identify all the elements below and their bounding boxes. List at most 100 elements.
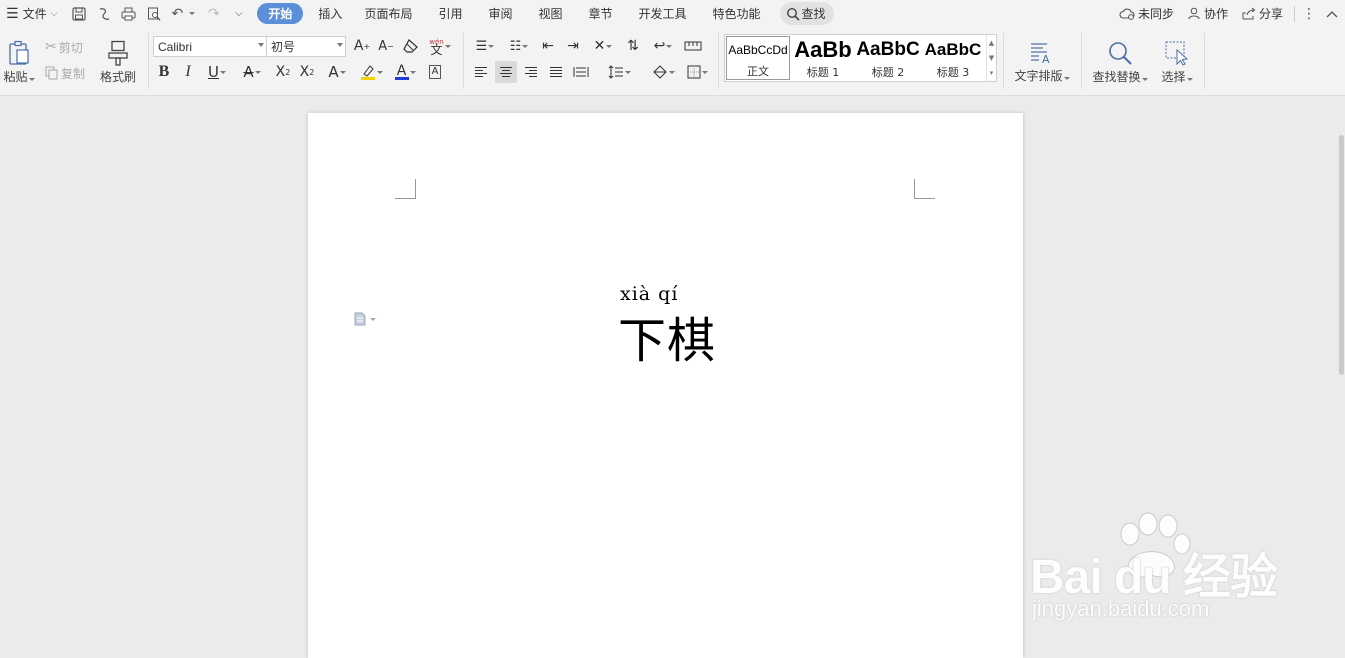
tab-references[interactable]: 引用 bbox=[425, 0, 475, 27]
collapse-ribbon-icon[interactable] bbox=[1319, 0, 1345, 27]
justify-button[interactable] bbox=[545, 61, 567, 83]
grow-font-button[interactable]: A + bbox=[351, 35, 373, 57]
bullet-list-button[interactable]: ☰ bbox=[470, 35, 500, 57]
margin-corner-marker bbox=[395, 179, 416, 199]
shrink-font-button[interactable]: A − bbox=[375, 35, 397, 57]
style-normal[interactable]: AaBbCcDd 正文 bbox=[726, 36, 790, 80]
superscript-button[interactable]: X2 bbox=[272, 61, 294, 83]
divider bbox=[1294, 5, 1295, 22]
select-label: 选择 bbox=[1161, 68, 1193, 85]
more-icon[interactable]: ⋮ bbox=[1299, 0, 1319, 27]
undo-icon[interactable]: ↶ bbox=[166, 0, 188, 27]
expand-icon[interactable]: ▾ bbox=[990, 69, 994, 77]
tab-special[interactable]: 特色功能 bbox=[700, 0, 774, 27]
styles-scroll[interactable]: ▲ ▼ ▾ bbox=[986, 35, 996, 81]
borders-button[interactable] bbox=[682, 61, 712, 83]
tab-review[interactable]: 审阅 bbox=[475, 0, 525, 27]
phonetic-guide-button[interactable]: wén 文 bbox=[425, 35, 455, 57]
shading-button[interactable] bbox=[648, 61, 678, 83]
scroll-up-icon[interactable]: ▲ bbox=[989, 39, 994, 47]
distribute-icon bbox=[573, 67, 589, 77]
strikethrough-button[interactable]: A bbox=[236, 61, 268, 83]
hamburger-icon: ☰ bbox=[6, 5, 19, 22]
styles-gallery: AaBbCcDd 正文 AaBb 标题 1 AaBbC 标题 2 AaBbC 标… bbox=[724, 34, 997, 82]
find-replace-button[interactable]: 查找替换 bbox=[1088, 34, 1152, 90]
cut-button[interactable]: ✂ 剪切 bbox=[45, 37, 83, 57]
document-page[interactable]: xià qí 下棋 bbox=[308, 113, 1023, 658]
tab-page-layout-label: 页面布局 bbox=[364, 7, 413, 21]
tab-home[interactable]: 开始 bbox=[257, 3, 304, 24]
chevron-down-icon bbox=[258, 43, 264, 47]
output-pdf-icon[interactable] bbox=[91, 0, 116, 27]
sort-button[interactable]: ⇅ bbox=[622, 35, 644, 57]
collaborate-button[interactable]: 协作 bbox=[1181, 0, 1235, 27]
font-name-value: Calibri bbox=[158, 39, 193, 54]
bold-button[interactable]: B bbox=[153, 61, 175, 83]
vertical-scrollbar[interactable] bbox=[1339, 135, 1344, 375]
group-separator bbox=[148, 33, 149, 89]
style-preview: AaBbC bbox=[856, 39, 920, 60]
cloud-icon bbox=[1119, 8, 1135, 20]
customize-toolbar-icon[interactable]: ⌵ bbox=[226, 0, 251, 27]
subscript-button[interactable]: X2 bbox=[296, 61, 318, 83]
text-layout-button[interactable]: A 文字排版 bbox=[1010, 34, 1074, 90]
char-border-button[interactable]: A bbox=[424, 61, 446, 83]
font-color-button[interactable]: A bbox=[390, 61, 420, 83]
align-center-button[interactable] bbox=[495, 61, 517, 83]
scroll-down-icon[interactable]: ▼ bbox=[989, 54, 994, 62]
text-effect-button[interactable]: A bbox=[322, 61, 352, 83]
document-icon bbox=[354, 312, 366, 326]
file-menu[interactable]: ☰ 文件 ⌵ bbox=[0, 0, 66, 27]
select-button[interactable]: 选择 bbox=[1152, 34, 1202, 90]
style-heading-3[interactable]: AaBbC 标题 3 bbox=[921, 36, 985, 80]
print-preview-icon[interactable] bbox=[141, 0, 166, 27]
share-icon bbox=[1242, 7, 1256, 20]
text-layout-label-text: 文字排版 bbox=[1014, 68, 1063, 83]
tab-page-layout[interactable]: 页面布局 bbox=[351, 0, 425, 27]
show-marks-button[interactable]: ↩ bbox=[648, 35, 678, 57]
font-size-combo[interactable]: 初号 bbox=[266, 36, 346, 57]
paragraph-options[interactable] bbox=[354, 312, 376, 326]
line-spacing-button[interactable] bbox=[604, 61, 634, 83]
decrease-indent-button[interactable]: ⇤ bbox=[537, 35, 559, 57]
increase-indent-button[interactable]: ⇥ bbox=[562, 35, 584, 57]
style-name: 标题 3 bbox=[936, 66, 970, 79]
align-right-button[interactable] bbox=[520, 61, 542, 83]
search-label: 查找 bbox=[801, 7, 826, 21]
copy-button[interactable]: 复制 bbox=[45, 63, 85, 83]
font-name-combo[interactable]: Calibri bbox=[153, 36, 267, 57]
group-separator bbox=[1003, 33, 1004, 89]
format-painter-button[interactable]: 格式刷 bbox=[96, 34, 140, 90]
tab-insert[interactable]: 插入 bbox=[309, 0, 351, 27]
font-color-icon: A bbox=[394, 64, 409, 80]
share-button[interactable]: 分享 bbox=[1235, 0, 1290, 27]
style-heading-2[interactable]: AaBbC 标题 2 bbox=[856, 36, 920, 80]
tab-developer[interactable]: 开发工具 bbox=[626, 0, 700, 27]
redo-icon[interactable]: ↷ bbox=[201, 0, 226, 27]
save-icon[interactable] bbox=[66, 0, 91, 27]
italic-button[interactable]: I bbox=[177, 61, 199, 83]
paste-button[interactable]: 粘贴 bbox=[0, 34, 38, 90]
print-icon[interactable] bbox=[116, 0, 141, 27]
sync-status-button[interactable]: 未同步 bbox=[1112, 0, 1181, 27]
align-left-button[interactable] bbox=[470, 61, 492, 83]
table-tools-button[interactable] bbox=[682, 35, 704, 57]
tab-view[interactable]: 视图 bbox=[525, 0, 575, 27]
ribbon-toolbar: 粘贴 ✂ 剪切 复制 格式刷 Calibri 初号 A + A − wén 文 B … bbox=[0, 27, 1345, 96]
distributed-align-button[interactable] bbox=[570, 61, 592, 83]
document-text[interactable]: 下棋 bbox=[618, 301, 716, 371]
underline-button[interactable]: U bbox=[201, 61, 233, 83]
tab-special-label: 特色功能 bbox=[712, 7, 761, 21]
clear-format-button[interactable] bbox=[400, 35, 422, 57]
tab-chapter[interactable]: 章节 bbox=[576, 0, 626, 27]
style-name: 正文 bbox=[747, 65, 769, 78]
highlight-button[interactable] bbox=[355, 61, 387, 83]
undo-dropdown-icon[interactable] bbox=[189, 12, 196, 15]
chinese-layout-button[interactable]: ✕ bbox=[588, 35, 618, 57]
paste-label: 粘贴 bbox=[3, 68, 35, 85]
eraser-icon bbox=[403, 39, 418, 53]
numbered-list-button[interactable]: ☷ bbox=[504, 35, 534, 57]
style-heading-1[interactable]: AaBb 标题 1 bbox=[791, 36, 855, 80]
search-button[interactable]: 查找 bbox=[779, 2, 834, 25]
clipboard-icon bbox=[9, 40, 29, 65]
